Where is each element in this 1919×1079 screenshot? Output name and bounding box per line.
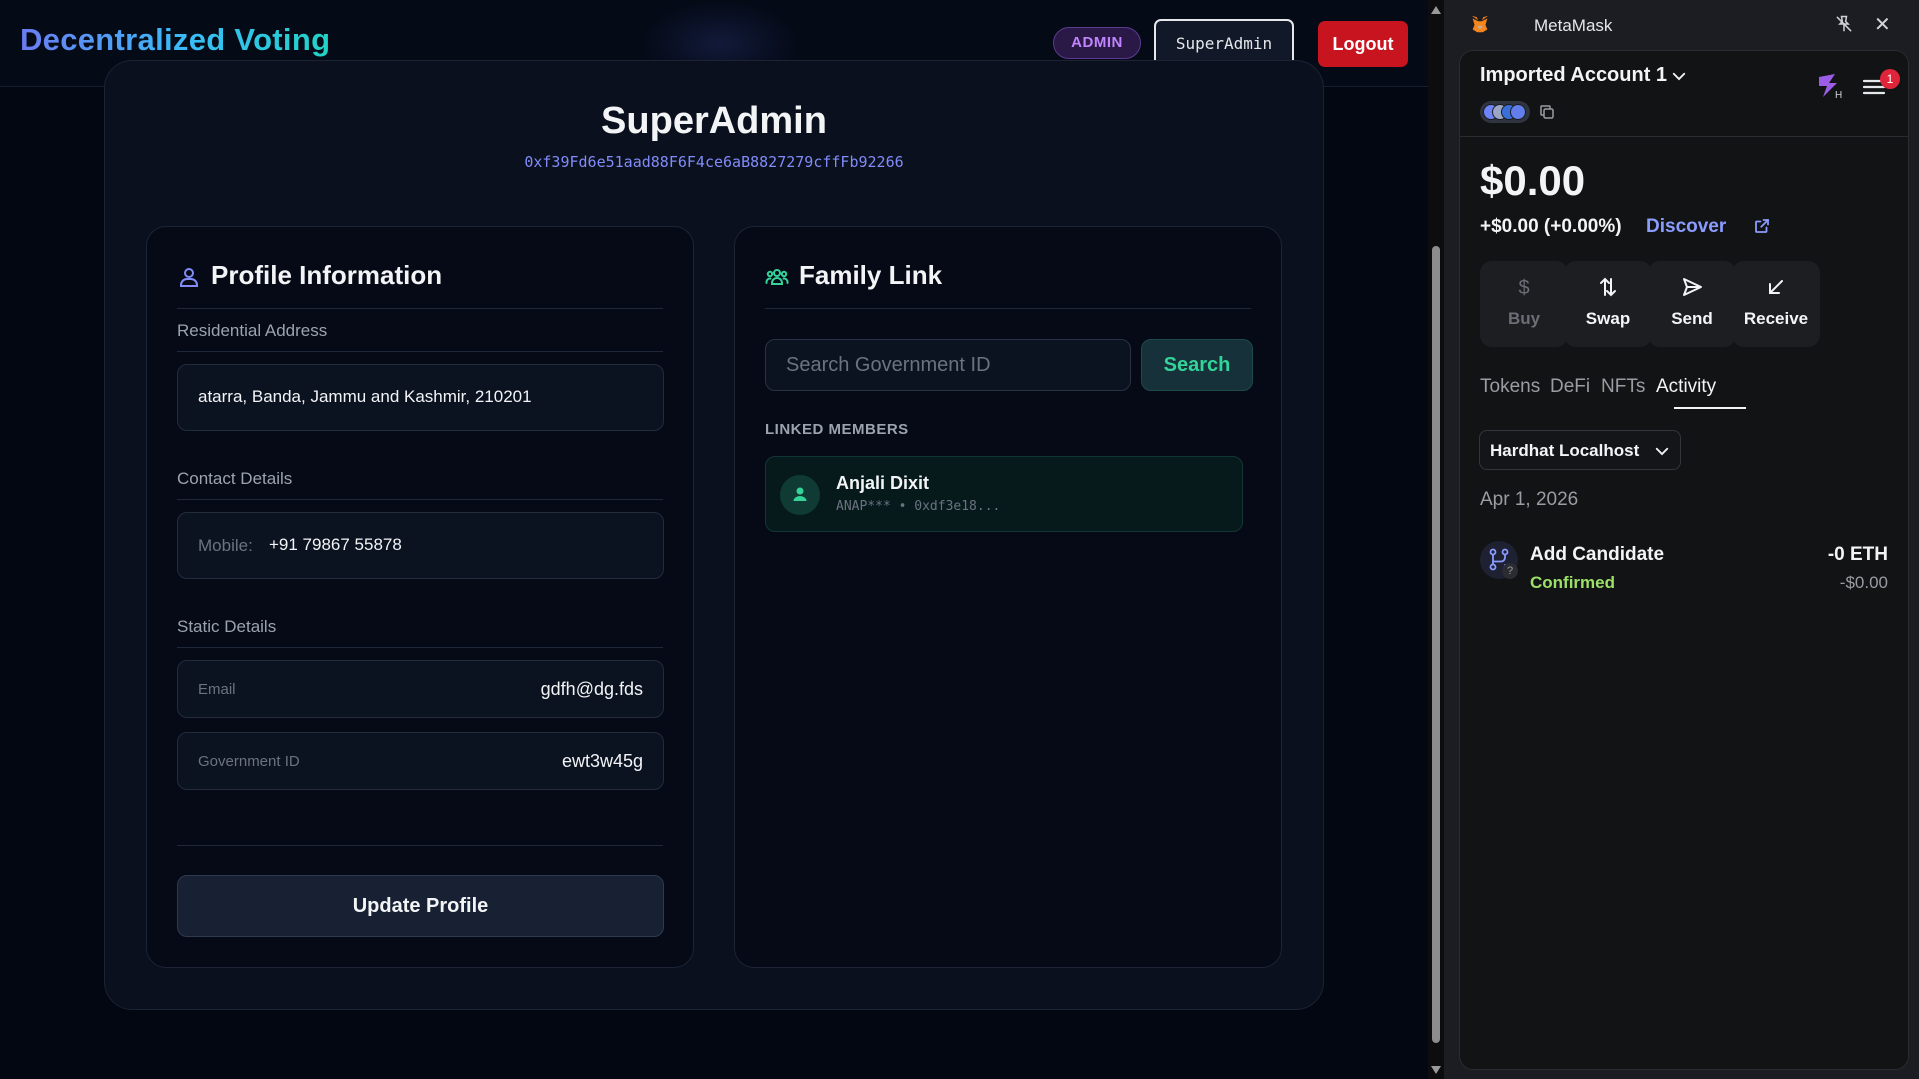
- tab-tokens[interactable]: Tokens: [1480, 376, 1540, 398]
- metamask-title: MetaMask: [1534, 16, 1613, 35]
- email-label: Email: [198, 681, 236, 698]
- page-scrollbar[interactable]: [1428, 0, 1444, 1079]
- government-id-search-input[interactable]: Search Government ID: [765, 339, 1131, 391]
- network-selector[interactable]: Hardhat Localhost: [1479, 430, 1681, 470]
- chevron-down-icon[interactable]: [1670, 67, 1688, 85]
- panel-title: Family Link: [799, 260, 943, 290]
- receive-label: Receive: [1743, 309, 1809, 328]
- discover-link[interactable]: Discover: [1646, 216, 1726, 238]
- user-icon: [180, 268, 198, 287]
- voting-app: Decentralized Voting ADMIN SuperAdmin Lo…: [0, 0, 1428, 1079]
- static-details-label: Static Details: [177, 617, 277, 636]
- email-field: Email gdfh@dg.fds: [177, 660, 664, 718]
- role-badge: ADMIN: [1053, 27, 1141, 59]
- balance-change: +$0.00 (+0.00%): [1480, 216, 1622, 237]
- ethereum-icon: [1510, 104, 1526, 120]
- update-profile-button[interactable]: Update Profile: [177, 875, 664, 937]
- panel-title: Profile Information: [211, 260, 443, 290]
- external-link-icon[interactable]: [1753, 217, 1771, 235]
- address-value: atarra, Banda, Jammu and Kashmir, 210201: [198, 387, 532, 406]
- network-name: Hardhat Localhost: [1490, 441, 1640, 460]
- unknown-token-icon: ?: [1502, 563, 1518, 579]
- buy-button[interactable]: $ Buy: [1480, 261, 1568, 347]
- panel-header: Family Link: [765, 257, 1251, 309]
- transaction-title[interactable]: Add Candidate: [1530, 544, 1664, 566]
- swap-label: Swap: [1585, 309, 1631, 328]
- mobile-label: Mobile:: [198, 536, 253, 555]
- metamask-titlebar: MetaMask ✕: [1444, 0, 1919, 50]
- wallet-balance: $0.00: [1480, 157, 1586, 204]
- government-id-label: Government ID: [198, 753, 300, 770]
- metamask-logo-icon[interactable]: H: [1815, 71, 1845, 101]
- users-icon: [765, 269, 789, 285]
- svg-text:H: H: [1835, 90, 1842, 101]
- scroll-down-arrow-icon[interactable]: [1431, 1066, 1441, 1074]
- profile-information-panel: Profile Information Residential Address …: [146, 226, 694, 968]
- section-divider: [177, 647, 663, 648]
- mobile-field[interactable]: Mobile: +91 79867 55878: [177, 512, 664, 579]
- linked-members-label: LINKED MEMBERS: [765, 421, 909, 438]
- metamask-wallet-body: Imported Account 1 H 1 $0.00 +$0.00 (+0.…: [1459, 50, 1909, 1070]
- avatar: [780, 475, 820, 515]
- tab-nfts[interactable]: NFTs: [1601, 376, 1645, 398]
- metamask-fox-icon: [1471, 15, 1489, 33]
- swap-button[interactable]: Swap: [1564, 261, 1652, 347]
- close-icon[interactable]: ✕: [1874, 12, 1891, 37]
- person-icon: [793, 487, 807, 501]
- scroll-up-arrow-icon[interactable]: [1431, 6, 1441, 14]
- residential-address-field[interactable]: atarra, Banda, Jammu and Kashmir, 210201: [177, 364, 664, 431]
- section-divider: [177, 499, 663, 500]
- contact-details-label: Contact Details: [177, 469, 293, 488]
- page-title: SuperAdmin: [601, 100, 827, 142]
- account-name[interactable]: Imported Account 1: [1480, 64, 1667, 87]
- transaction-icon: ?: [1480, 541, 1518, 579]
- notification-badge: 1: [1880, 69, 1900, 89]
- transaction-fiat-amount: -$0.00: [1839, 573, 1888, 592]
- wallet-address: 0xf39Fd6e51aad88F6F4ce6aB8827279cffFb922…: [524, 153, 904, 171]
- government-id-value: ewt3w45g: [561, 751, 643, 771]
- receive-button[interactable]: Receive: [1732, 261, 1820, 347]
- section-divider: [177, 351, 663, 352]
- mobile-value: +91 79867 55878: [269, 535, 402, 554]
- header-divider: [1460, 136, 1908, 137]
- government-id-field: Government ID ewt3w45g: [177, 732, 664, 790]
- scrollbar-thumb[interactable]: [1432, 246, 1440, 1043]
- section-divider: [177, 845, 663, 846]
- active-tab-indicator: [1674, 407, 1746, 409]
- metamask-extension-panel: MetaMask ✕ Imported Account 1 H 1 $0.00 …: [1444, 0, 1919, 1079]
- activity-date: Apr 1, 2026: [1480, 489, 1579, 510]
- send-icon: [1683, 278, 1702, 296]
- family-link-panel: Family Link Search Government ID Search …: [734, 226, 1282, 968]
- transaction-status: Confirmed: [1530, 573, 1615, 592]
- email-value: gdfh@dg.fds: [540, 679, 643, 699]
- chevron-down-icon: [1655, 447, 1669, 456]
- residential-address-label: Residential Address: [177, 321, 328, 340]
- tab-activity[interactable]: Activity: [1656, 376, 1716, 398]
- svg-text:$: $: [1518, 277, 1529, 299]
- buy-label: Buy: [1507, 309, 1541, 328]
- member-id-address: ANAP*** • 0xdf3e18...: [836, 499, 1001, 514]
- unpin-icon[interactable]: [1834, 14, 1854, 34]
- member-name: Anjali Dixit: [836, 473, 930, 493]
- copy-icon[interactable]: [1538, 103, 1556, 121]
- linked-member-card[interactable]: Anjali Dixit ANAP*** • 0xdf3e18...: [765, 456, 1243, 532]
- connected-networks[interactable]: [1480, 101, 1530, 123]
- receive-icon: [1769, 280, 1783, 294]
- logout-button[interactable]: Logout: [1318, 21, 1408, 67]
- transaction-amount: -0 ETH: [1827, 544, 1888, 565]
- panel-header: Profile Information: [177, 257, 663, 309]
- send-button[interactable]: Send: [1648, 261, 1736, 347]
- send-label: Send: [1671, 309, 1713, 328]
- dollar-icon: $: [1518, 277, 1529, 299]
- tab-defi[interactable]: DeFi: [1550, 376, 1590, 398]
- search-button[interactable]: Search: [1141, 339, 1253, 391]
- brand-title[interactable]: Decentralized Voting: [20, 22, 330, 58]
- swap-icon: [1600, 277, 1616, 297]
